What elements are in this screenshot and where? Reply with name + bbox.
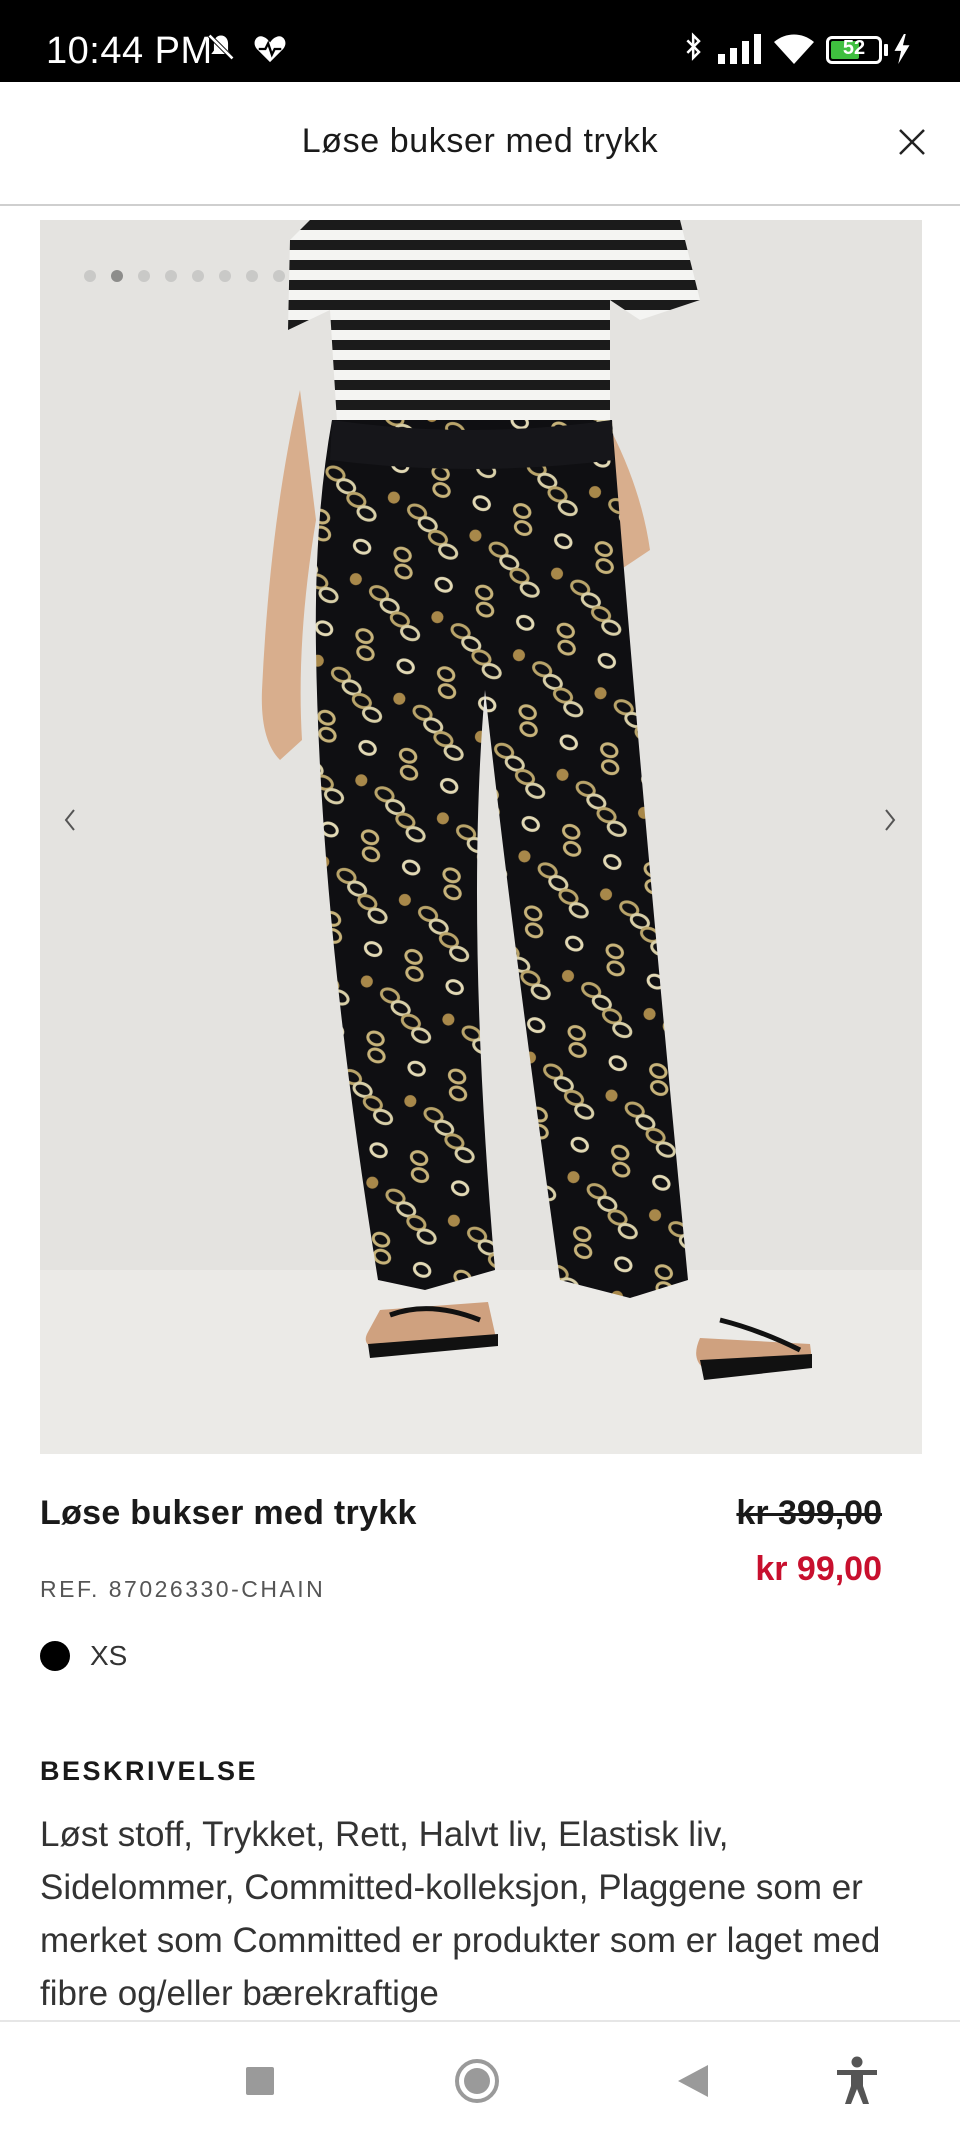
description-text: Løst stoff, Trykket, Rett, Halvt liv, El…: [40, 1815, 881, 2013]
page-header: Løse bukser med trykk: [0, 82, 960, 206]
recents-square-icon: [246, 2067, 274, 2095]
carousel-dot[interactable]: [192, 270, 204, 282]
recents-button[interactable]: [235, 2056, 285, 2106]
close-icon[interactable]: [894, 124, 930, 160]
home-button[interactable]: [452, 2056, 502, 2106]
heart-pulse-icon: [254, 36, 286, 63]
previous-image-button[interactable]: [50, 790, 90, 850]
sale-price: kr 99,00: [755, 1550, 882, 1588]
carousel-dot[interactable]: [219, 270, 231, 282]
product-reference: REF. 87026330-CHAIN: [40, 1576, 326, 1602]
chevron-left-icon: [64, 809, 75, 831]
size-label: XS: [90, 1640, 128, 1671]
carousel-dot[interactable]: [273, 270, 285, 282]
chevron-right-icon: [885, 809, 896, 831]
carousel-dot[interactable]: [138, 270, 150, 282]
product-image-carousel[interactable]: [40, 220, 922, 1454]
mute-icon: [207, 33, 235, 61]
battery-level: 52: [842, 37, 866, 59]
color-swatch[interactable]: [40, 1641, 70, 1671]
carousel-dot[interactable]: [246, 270, 258, 282]
carousel-dot[interactable]: [165, 270, 177, 282]
next-image-button[interactable]: [870, 790, 910, 850]
back-triangle-icon: [678, 2065, 708, 2097]
back-button[interactable]: [668, 2056, 718, 2106]
description-heading: BESKRIVELSE: [40, 1756, 259, 1786]
carousel-indicator: [84, 270, 285, 282]
wifi-icon: [774, 34, 814, 64]
carousel-dot-active[interactable]: [111, 270, 123, 282]
bluetooth-icon: [686, 32, 701, 61]
accessibility-button[interactable]: [832, 2056, 882, 2106]
battery-icon: 52: [826, 36, 882, 64]
accessibility-icon: [837, 2056, 877, 2104]
system-nav-bar: [0, 2020, 960, 2133]
original-price: kr 399,00: [736, 1494, 882, 1532]
header-title: Løse bukser med trykk: [301, 122, 659, 160]
signal-icon: [718, 34, 761, 64]
home-circle-icon: [455, 2059, 499, 2103]
product-photo: [40, 220, 922, 1454]
color-size-row: XS: [40, 1640, 127, 1672]
status-bar: 10:44 PM 52: [0, 0, 960, 82]
carousel-dot[interactable]: [84, 270, 96, 282]
charging-icon: [894, 34, 910, 64]
product-name: Løse bukser med trykk: [40, 1494, 417, 1532]
status-time: 10:44 PM: [46, 30, 213, 72]
